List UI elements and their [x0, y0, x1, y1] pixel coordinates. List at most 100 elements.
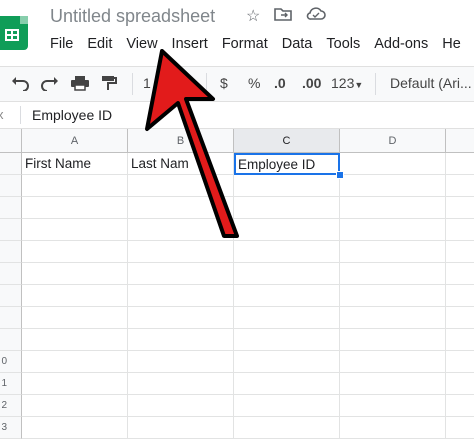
menu-data[interactable]: Data	[282, 36, 313, 52]
grid-cell[interactable]	[234, 241, 340, 263]
grid-cell[interactable]	[234, 263, 340, 285]
row-header[interactable]: 3	[0, 417, 22, 439]
row-header[interactable]	[0, 197, 22, 219]
percent-button[interactable]: %	[248, 75, 260, 91]
menu-insert[interactable]: Insert	[172, 36, 208, 52]
grid-cell[interactable]	[234, 417, 340, 439]
grid-cell[interactable]	[128, 263, 234, 285]
row-header[interactable]	[0, 285, 22, 307]
grid-cell[interactable]	[128, 241, 234, 263]
grid-cell[interactable]	[128, 351, 234, 373]
grid-cell[interactable]	[340, 153, 446, 175]
grid-cell[interactable]	[22, 329, 128, 351]
grid-cell[interactable]	[128, 307, 234, 329]
grid-cell[interactable]: First Name	[22, 153, 128, 175]
zoom-select[interactable]: 1	[143, 75, 151, 91]
grid-cell[interactable]	[446, 285, 474, 307]
currency-button[interactable]: $	[220, 75, 228, 91]
column-header-e[interactable]	[446, 129, 474, 153]
column-header-b[interactable]: B	[128, 129, 234, 153]
font-select[interactable]: Default (Ari...	[390, 75, 472, 91]
column-header-c[interactable]: C	[234, 129, 340, 153]
grid-cell[interactable]	[22, 417, 128, 439]
grid-cell[interactable]	[446, 241, 474, 263]
grid-cell[interactable]	[446, 373, 474, 395]
fill-handle[interactable]	[336, 171, 344, 179]
grid-cell[interactable]: Last Nam	[128, 153, 234, 175]
grid-cell[interactable]	[234, 285, 340, 307]
grid-cell[interactable]	[234, 175, 340, 197]
paint-format-icon[interactable]	[100, 75, 118, 94]
grid-cell[interactable]	[446, 153, 474, 175]
grid-cell[interactable]	[340, 263, 446, 285]
row-header[interactable]: 2	[0, 395, 22, 417]
grid-cell[interactable]	[446, 219, 474, 241]
grid-cell[interactable]	[22, 175, 128, 197]
grid-cell[interactable]	[446, 197, 474, 219]
select-all-corner[interactable]	[0, 129, 22, 153]
row-header[interactable]	[0, 307, 22, 329]
grid-cell[interactable]	[128, 285, 234, 307]
menu-help[interactable]: He	[442, 36, 461, 52]
row-header[interactable]	[0, 219, 22, 241]
column-header-d[interactable]: D	[340, 129, 446, 153]
star-icon[interactable]: ☆	[246, 6, 260, 27]
grid-cell[interactable]	[128, 197, 234, 219]
row-header[interactable]	[0, 241, 22, 263]
grid-cell[interactable]	[340, 307, 446, 329]
grid-cell[interactable]	[446, 351, 474, 373]
row-header[interactable]	[0, 175, 22, 197]
grid-cell[interactable]	[340, 241, 446, 263]
grid-cell[interactable]	[22, 197, 128, 219]
grid-cell[interactable]	[22, 219, 128, 241]
grid-cell[interactable]	[340, 285, 446, 307]
redo-icon[interactable]	[40, 75, 60, 94]
grid-cell[interactable]	[340, 395, 446, 417]
grid-cell[interactable]	[340, 197, 446, 219]
menu-format[interactable]: Format	[222, 36, 268, 52]
move-to-folder-icon[interactable]	[274, 6, 293, 27]
grid-cell[interactable]	[340, 351, 446, 373]
grid-cell[interactable]	[22, 351, 128, 373]
grid-cell[interactable]	[340, 175, 446, 197]
grid-cell[interactable]	[446, 175, 474, 197]
menu-file[interactable]: File	[50, 36, 73, 52]
selected-cell-c1[interactable]: Employee ID	[234, 153, 340, 175]
row-header[interactable]	[0, 329, 22, 351]
grid-cell[interactable]	[446, 417, 474, 439]
grid-cell[interactable]	[128, 175, 234, 197]
menu-view[interactable]: View	[126, 36, 157, 52]
grid-cell[interactable]	[340, 219, 446, 241]
row-header[interactable]	[0, 153, 22, 175]
document-title[interactable]: Untitled spreadsheet	[50, 6, 215, 27]
grid-cell[interactable]	[22, 373, 128, 395]
grid-cell[interactable]	[22, 263, 128, 285]
grid-cell[interactable]	[234, 395, 340, 417]
grid-cell[interactable]	[446, 263, 474, 285]
row-header[interactable]: 0	[0, 351, 22, 373]
grid-cell[interactable]	[340, 417, 446, 439]
menu-addons[interactable]: Add-ons	[374, 36, 428, 52]
grid-cell[interactable]	[234, 197, 340, 219]
grid-cell[interactable]	[128, 395, 234, 417]
formula-input[interactable]: Employee ID	[32, 107, 112, 123]
menu-edit[interactable]: Edit	[87, 36, 112, 52]
grid-cell[interactable]	[234, 307, 340, 329]
grid-cell[interactable]	[446, 395, 474, 417]
sheets-logo-icon[interactable]	[0, 16, 28, 50]
grid-cell[interactable]	[446, 307, 474, 329]
undo-icon[interactable]	[10, 75, 30, 94]
row-header[interactable]: 1	[0, 373, 22, 395]
grid-cell[interactable]	[128, 417, 234, 439]
row-header[interactable]	[0, 263, 22, 285]
grid-cell[interactable]	[22, 241, 128, 263]
cloud-status-icon[interactable]	[306, 6, 327, 27]
decimal-increase-button[interactable]: .00	[302, 75, 321, 91]
print-icon[interactable]	[70, 75, 90, 94]
column-header-a[interactable]: A	[22, 129, 128, 153]
grid-cell[interactable]	[22, 285, 128, 307]
grid-cell[interactable]	[446, 329, 474, 351]
grid-cell[interactable]	[128, 329, 234, 351]
grid-cell[interactable]	[128, 219, 234, 241]
grid-cell[interactable]	[22, 395, 128, 417]
